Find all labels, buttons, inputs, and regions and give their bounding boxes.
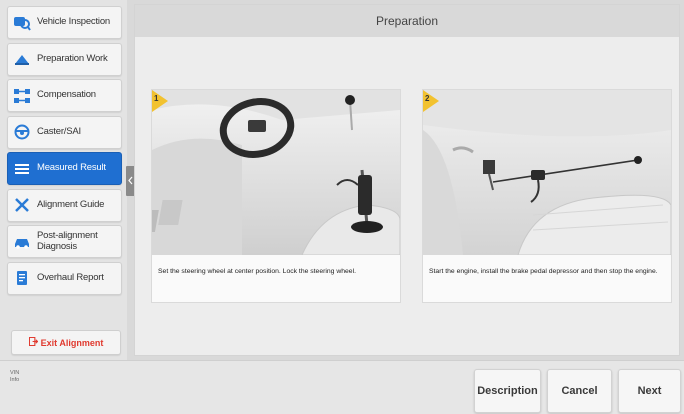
- sidebar-item-label: Preparation Work: [37, 52, 108, 64]
- sidebar-item-label: Overhaul Report: [37, 271, 104, 283]
- sidebar-item-vehicle-inspection[interactable]: Vehicle Inspection: [7, 6, 122, 39]
- step-card-1: 1 Set the steering wheel at center posit…: [151, 89, 401, 303]
- sidebar-item-caster-sai[interactable]: Caster/SAI: [7, 115, 122, 149]
- sidebar-item-label: Caster/SAI: [37, 125, 81, 137]
- step-caption: Start the engine, install the brake peda…: [429, 268, 658, 275]
- report-icon: [12, 268, 32, 288]
- brake-pedal-depressor-image: [423, 90, 671, 255]
- steering-wheel-lock-image: [152, 90, 400, 255]
- page-title-bar: Preparation: [135, 5, 679, 37]
- sidebar-item-label: Alignment Guide: [37, 198, 105, 210]
- exit-alignment-label: Exit Alignment: [40, 337, 104, 348]
- step-number: 1: [154, 94, 159, 103]
- sidebar-item-alignment-guide[interactable]: Alignment Guide: [7, 188, 122, 222]
- result-list-icon: [12, 159, 32, 179]
- vehicle-inspection-icon: [12, 13, 32, 33]
- next-button[interactable]: Next: [618, 369, 681, 413]
- sidebar-item-label: Compensation: [37, 89, 96, 101]
- alignment-tools-icon: [12, 195, 32, 215]
- vin-label: VIN: [10, 370, 20, 376]
- cancel-button[interactable]: Cancel: [547, 369, 612, 413]
- steering-wheel-icon: [12, 122, 32, 142]
- compensation-icon: [12, 86, 32, 106]
- chevron-left-icon: [128, 172, 133, 190]
- main-panel: Preparation 1 Set the steering wheel at …: [134, 4, 680, 356]
- sidebar-item-compensation[interactable]: Compensation: [7, 79, 122, 112]
- exit-alignment-button[interactable]: Exit Alignment: [11, 330, 121, 355]
- sidebar-item-label: Post-alignment Diagnosis: [37, 230, 98, 252]
- sidebar-item-post-alignment-diagnosis[interactable]: Post-alignment Diagnosis: [7, 225, 122, 258]
- vehicle-info: VIN Info: [10, 370, 19, 384]
- sidebar-item-label: Vehicle Inspection: [37, 16, 110, 28]
- sidebar-item-measured-result[interactable]: Measured Result: [7, 152, 122, 185]
- preparation-icon: [12, 49, 32, 69]
- sidebar-item-label: Measured Result: [37, 162, 106, 174]
- sidebar: Vehicle Inspection Preparation Work Comp…: [0, 0, 127, 360]
- step-caption: Set the steering wheel at center positio…: [158, 268, 356, 275]
- step-number: 2: [425, 94, 430, 103]
- exit-icon: [28, 336, 41, 348]
- footer-bar: VIN Info Description Cancel Next: [0, 360, 684, 414]
- info-label: Info: [10, 377, 20, 383]
- car-diagnosis-icon: [12, 232, 32, 252]
- sidebar-item-preparation-work[interactable]: Preparation Work: [7, 42, 122, 76]
- description-button[interactable]: Description: [474, 369, 541, 413]
- step-card-2: 2 Start the engine, install the brake pe…: [422, 89, 672, 303]
- sidebar-item-overhaul-report[interactable]: Overhaul Report: [7, 261, 122, 295]
- page-title: Preparation: [375, 14, 439, 28]
